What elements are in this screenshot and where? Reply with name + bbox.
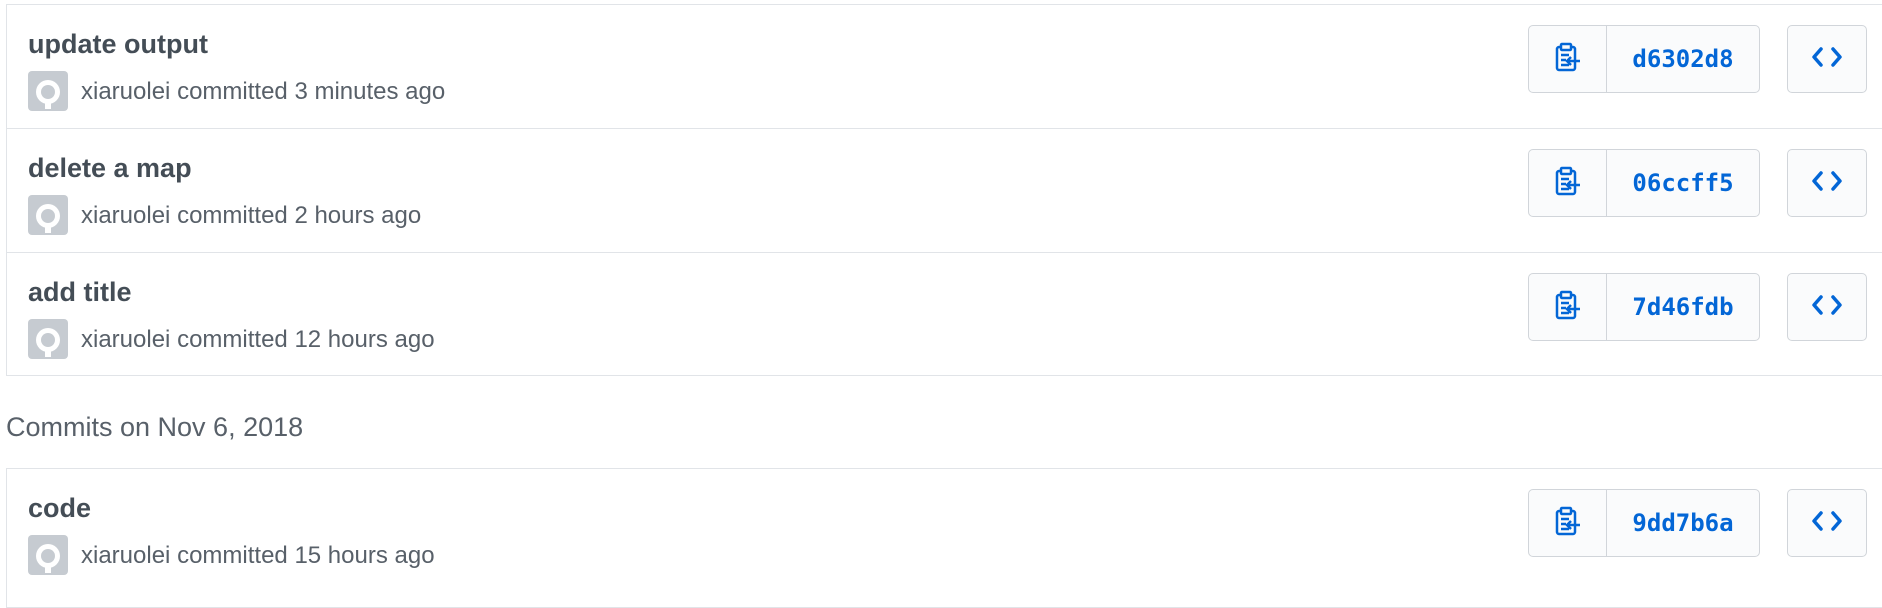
- clipboard-copy-icon: [1555, 42, 1581, 77]
- browse-repo-button[interactable]: [1787, 25, 1867, 93]
- commit-time: 15 hours ago: [294, 542, 435, 569]
- commit-action: committed: [177, 542, 288, 569]
- commit-time: 3 minutes ago: [294, 78, 446, 105]
- commit-title-link[interactable]: code: [28, 491, 91, 525]
- commit-action: committed: [177, 202, 288, 229]
- avatar[interactable]: [28, 319, 68, 359]
- commit-title-link[interactable]: update output: [28, 27, 208, 61]
- browse-repo-button[interactable]: [1787, 149, 1867, 217]
- commit-title-link[interactable]: delete a map: [28, 151, 192, 185]
- commit-meta: xiaruolei committed 3 minutes ago: [81, 77, 445, 107]
- commit-sha-link[interactable]: 9dd7b6a: [1607, 490, 1759, 556]
- avatar[interactable]: [28, 535, 68, 575]
- code-brackets-icon: [1812, 170, 1842, 197]
- copy-sha-button[interactable]: [1529, 150, 1607, 216]
- commit-sha-button-group: 9dd7b6a: [1528, 489, 1760, 557]
- commit-action: committed: [177, 326, 288, 353]
- commit-author-link[interactable]: xiaruolei: [81, 202, 170, 229]
- commit-time: 2 hours ago: [294, 202, 422, 229]
- clipboard-copy-icon: [1555, 166, 1581, 201]
- commit-group: update output xiaruolei committed 3 minu…: [6, 4, 1882, 376]
- commit-group: code xiaruolei committed 15 hours ago 9d…: [6, 468, 1882, 608]
- avatar[interactable]: [28, 71, 68, 111]
- github-octocat-icon: [28, 195, 68, 235]
- commit-sha-button-group: 7d46fdb: [1528, 273, 1760, 341]
- commit-meta: xiaruolei committed 2 hours ago: [81, 201, 421, 231]
- code-brackets-icon: [1812, 510, 1842, 537]
- copy-sha-button[interactable]: [1529, 274, 1607, 340]
- commit-sha-button-group: d6302d8: [1528, 25, 1760, 93]
- commit-author-link[interactable]: xiaruolei: [81, 326, 170, 353]
- commit-row: code xiaruolei committed 15 hours ago 9d…: [7, 469, 1882, 593]
- commit-sha-link[interactable]: d6302d8: [1607, 26, 1759, 92]
- avatar[interactable]: [28, 195, 68, 235]
- commit-time: 12 hours ago: [294, 326, 435, 353]
- commit-author-link[interactable]: xiaruolei: [81, 78, 170, 105]
- copy-sha-button[interactable]: [1529, 490, 1607, 556]
- commit-meta: xiaruolei committed 15 hours ago: [81, 541, 435, 571]
- commit-action: committed: [177, 78, 288, 105]
- commit-author-link[interactable]: xiaruolei: [81, 542, 170, 569]
- commit-sha-link[interactable]: 06ccff5: [1607, 150, 1759, 216]
- clipboard-copy-icon: [1555, 290, 1581, 325]
- clipboard-copy-icon: [1555, 506, 1581, 541]
- commit-meta: xiaruolei committed 12 hours ago: [81, 325, 435, 355]
- commit-group-date-header: Commits on Nov 6, 2018: [6, 412, 304, 442]
- github-octocat-icon: [28, 535, 68, 575]
- github-octocat-icon: [28, 71, 68, 111]
- commit-row: update output xiaruolei committed 3 minu…: [7, 5, 1882, 129]
- commit-sha-button-group: 06ccff5: [1528, 149, 1760, 217]
- browse-repo-button[interactable]: [1787, 273, 1867, 341]
- commit-row: add title xiaruolei committed 12 hours a…: [7, 253, 1882, 377]
- github-octocat-icon: [28, 319, 68, 359]
- copy-sha-button[interactable]: [1529, 26, 1607, 92]
- commit-sha-link[interactable]: 7d46fdb: [1607, 274, 1759, 340]
- commit-title-link[interactable]: add title: [28, 275, 132, 309]
- code-brackets-icon: [1812, 46, 1842, 73]
- code-brackets-icon: [1812, 294, 1842, 321]
- commit-row: delete a map xiaruolei committed 2 hours…: [7, 129, 1882, 253]
- browse-repo-button[interactable]: [1787, 489, 1867, 557]
